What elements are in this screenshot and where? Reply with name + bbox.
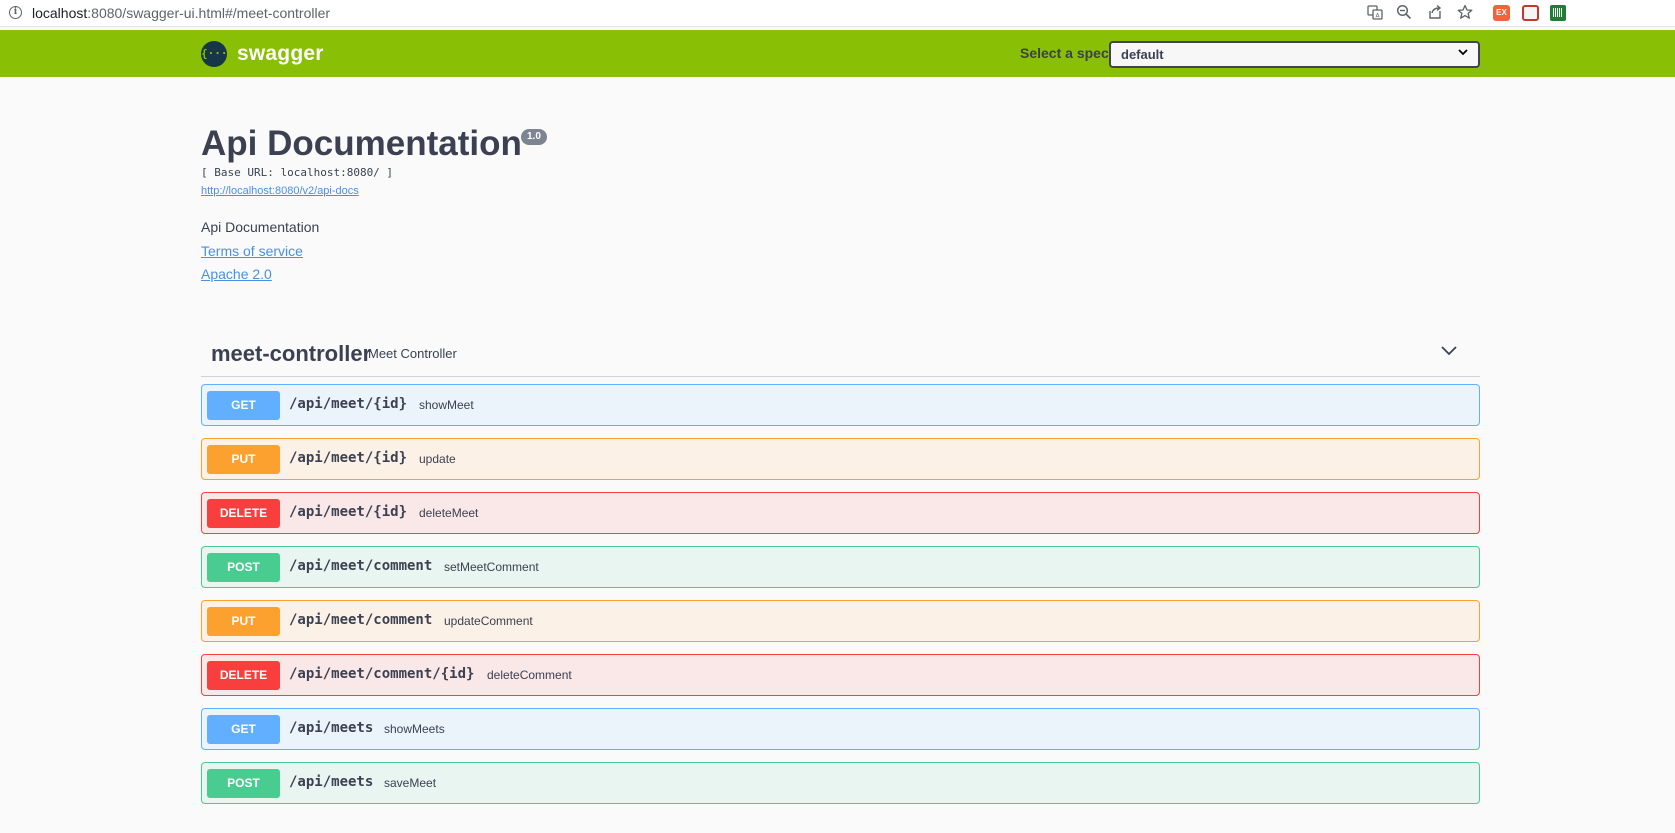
url-host: localhost — [32, 5, 88, 21]
operation-post-meets[interactable]: POST /api/meets saveMeet — [201, 762, 1480, 804]
method-badge: POST — [207, 769, 280, 798]
swagger-logo-text: swagger — [237, 42, 324, 65]
method-badge: DELETE — [207, 499, 280, 528]
operation-put-meet-id[interactable]: PUT /api/meet/{id} update — [201, 438, 1480, 480]
method-badge: GET — [207, 715, 280, 744]
browser-address-bar: i localhost:8080/swagger-ui.html#/meet-c… — [0, 0, 1675, 27]
operation-summary: setMeetComment — [444, 560, 539, 574]
operation-get-meet-id[interactable]: GET /api/meet/{id} showMeet — [201, 384, 1480, 426]
chevron-down-icon[interactable] — [1441, 344, 1457, 358]
operation-delete-meet-id[interactable]: DELETE /api/meet/{id} deleteMeet — [201, 492, 1480, 534]
spec-label: Select a spec — [1020, 45, 1109, 61]
url-rest: :8080/swagger-ui.html#/meet-controller — [87, 5, 331, 21]
version-badge: 1.0 — [521, 129, 547, 145]
method-badge: PUT — [207, 445, 280, 474]
operation-put-meet-comment[interactable]: PUT /api/meet/comment updateComment — [201, 600, 1480, 642]
operation-path: /api/meet/{id} — [289, 504, 408, 520]
extension-ex-icon[interactable]: EX — [1493, 5, 1510, 21]
operation-path: /api/meets — [289, 774, 374, 790]
operation-path: /api/meet/comment — [289, 558, 433, 574]
operation-summary: updateComment — [444, 614, 533, 628]
operation-summary: deleteMeet — [419, 506, 479, 520]
operation-summary: update — [419, 452, 456, 466]
operation-path: /api/meets — [289, 720, 374, 736]
share-icon[interactable] — [1426, 4, 1444, 22]
spec-select-value: default — [1121, 47, 1164, 62]
tag-header-meet-controller[interactable]: meet-controller Meet Controller — [201, 332, 1480, 377]
operation-get-meets[interactable]: GET /api/meets showMeets — [201, 708, 1480, 750]
translate-icon[interactable]: A — [1366, 4, 1384, 22]
terms-of-service-link[interactable]: Terms of service — [201, 243, 303, 259]
method-badge: DELETE — [207, 661, 280, 690]
page-title: Api Documentation — [201, 124, 522, 163]
method-badge: PUT — [207, 607, 280, 636]
operation-summary: deleteComment — [487, 668, 572, 682]
operation-path: /api/meet/comment — [289, 612, 433, 628]
swagger-logo-icon: {···} — [201, 41, 234, 67]
extension-meter-icon[interactable] — [1550, 5, 1566, 21]
operation-summary: showMeets — [384, 722, 445, 736]
tag-description: Meet Controller — [368, 346, 457, 361]
extension-window-icon[interactable] — [1522, 5, 1539, 21]
operation-path: /api/meet/comment/{id} — [289, 666, 475, 682]
spec-select[interactable]: default — [1109, 41, 1480, 68]
address-url[interactable]: localhost:8080/swagger-ui.html#/meet-con… — [32, 5, 330, 21]
chevron-down-icon — [1457, 46, 1469, 61]
zoom-out-icon[interactable] — [1395, 4, 1413, 22]
license-link[interactable]: Apache 2.0 — [201, 266, 272, 282]
operation-post-meet-comment[interactable]: POST /api/meet/comment setMeetComment — [201, 546, 1480, 588]
operation-summary: showMeet — [419, 398, 474, 412]
api-docs-link[interactable]: http://localhost:8080/v2/api-docs — [201, 185, 359, 197]
base-url: [ Base URL: localhost:8080/ ] — [201, 166, 394, 179]
tag-name: meet-controller — [211, 341, 372, 366]
operation-path: /api/meet/{id} — [289, 396, 408, 412]
operation-summary: saveMeet — [384, 776, 437, 790]
method-badge: POST — [207, 553, 280, 582]
star-icon[interactable] — [1456, 4, 1474, 22]
api-description: Api Documentation — [201, 219, 320, 235]
swagger-topbar: {···} swagger Select a spec default — [0, 30, 1675, 77]
info-icon[interactable]: i — [9, 6, 22, 19]
operation-path: /api/meet/{id} — [289, 450, 408, 466]
operation-delete-meet-comment-id[interactable]: DELETE /api/meet/comment/{id} deleteComm… — [201, 654, 1480, 696]
method-badge: GET — [207, 391, 280, 420]
